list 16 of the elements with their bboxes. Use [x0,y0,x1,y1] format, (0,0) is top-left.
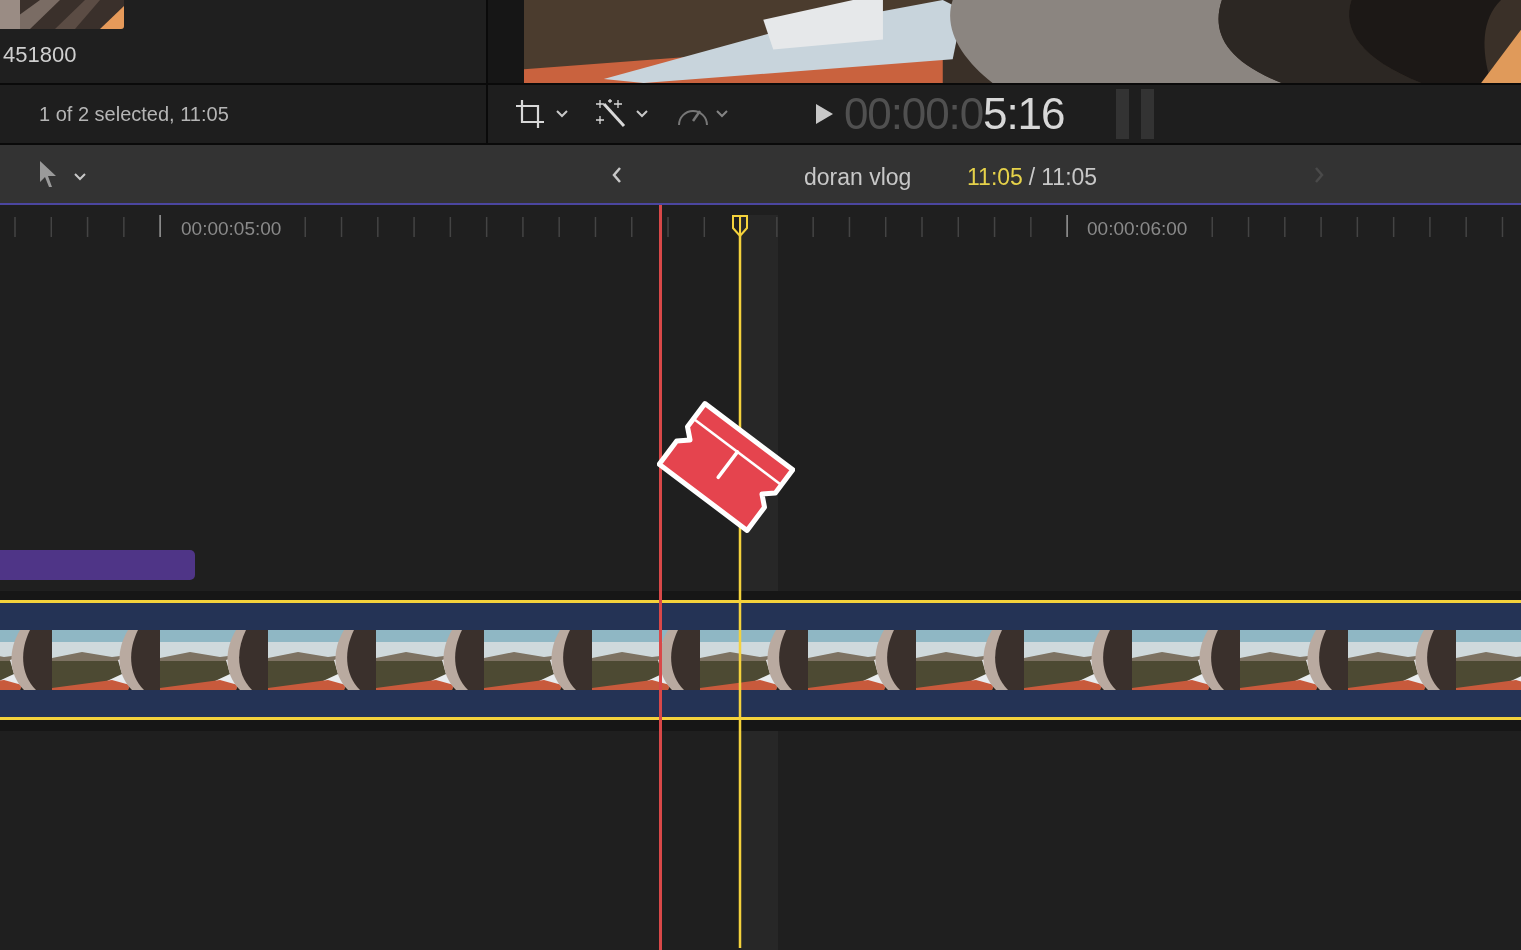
chevron-icon[interactable] [74,173,86,181]
playhead-time: 11:05 [967,163,1023,192]
connected-clip[interactable] [0,550,195,580]
chevron-icon[interactable] [716,110,728,118]
project-duration: 11:05 [1041,163,1098,192]
time-separator: / [1028,163,1036,192]
clip-name: 451800 [3,41,77,69]
play-icon[interactable] [814,103,834,125]
project-name: doran vlog [804,163,912,192]
crop-icon[interactable] [514,98,546,130]
pointer-icon[interactable] [38,160,58,188]
chevron-icon[interactable] [556,110,568,118]
video-clip[interactable] [0,600,1521,720]
blade-icon [657,398,795,536]
chevron-icon[interactable] [636,110,648,118]
selection-status: 1 of 2 selected, 11:05 [39,102,229,127]
